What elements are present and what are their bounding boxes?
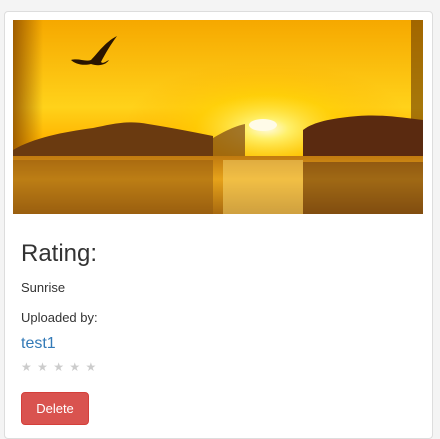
star-icon[interactable]: ★ (21, 360, 33, 374)
sunrise-photo-icon (13, 20, 423, 214)
star-rating[interactable]: ★ ★ ★ ★ ★ (21, 360, 416, 374)
delete-button[interactable]: Delete (21, 392, 89, 425)
star-icon[interactable]: ★ (69, 360, 81, 374)
rating-heading: Rating: (21, 240, 98, 267)
uploader-link[interactable]: test1 (21, 334, 56, 354)
image-card: Rating: Sunrise Uploaded by: test1 ★ ★ ★… (4, 11, 433, 439)
star-icon[interactable]: ★ (53, 360, 65, 374)
sunrise-image[interactable] (13, 20, 423, 214)
star-icon[interactable]: ★ (85, 360, 97, 374)
image-title: Sunrise (21, 280, 66, 295)
star-icon[interactable]: ★ (37, 360, 49, 374)
image-caption: Rating: Sunrise Uploaded by: test1 ★ ★ ★… (21, 240, 416, 374)
uploaded-by-label: Uploaded by: (21, 310, 98, 325)
